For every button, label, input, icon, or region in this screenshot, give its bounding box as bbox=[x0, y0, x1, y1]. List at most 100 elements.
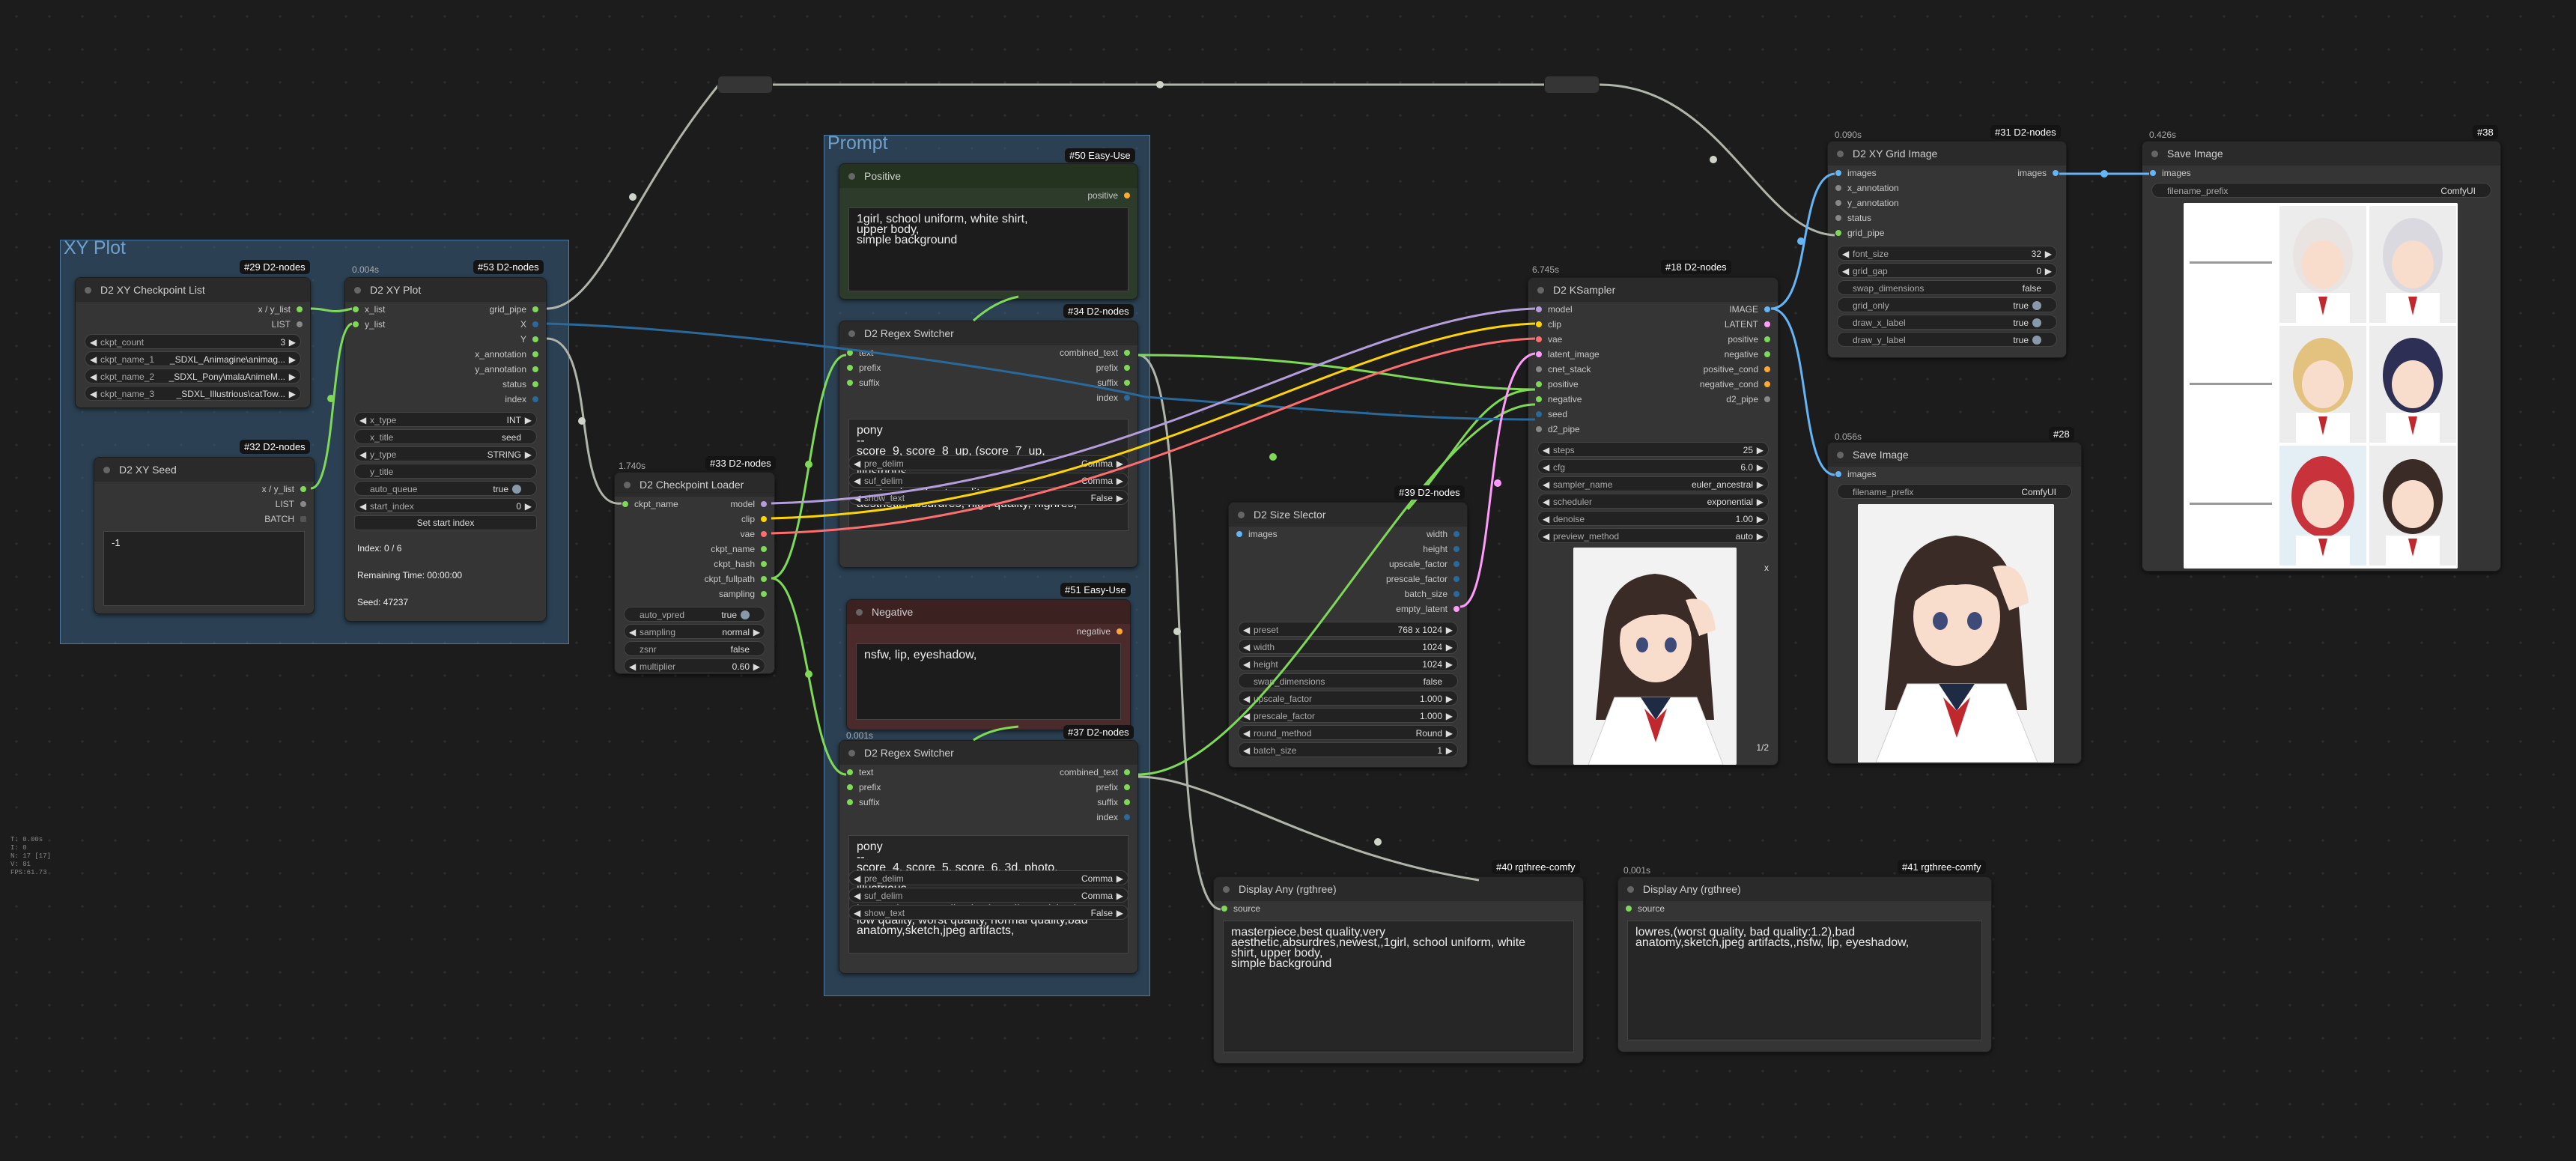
widget-x-type[interactable]: ◀ x_type INT ▶ bbox=[354, 412, 537, 427]
collapse-dot[interactable] bbox=[354, 286, 361, 294]
widget-prescale-factor[interactable]: ◀ prescale_factor 1.000 ▶ bbox=[1238, 708, 1458, 723]
widget-preset[interactable]: ◀ preset 768 x 1024 ▶ bbox=[1238, 622, 1458, 637]
node-xy-seed[interactable]: D2 XY Seed x / y_list LIST BATCH -1 bbox=[94, 457, 315, 614]
output-pin[interactable] bbox=[1453, 591, 1459, 597]
output-pin[interactable] bbox=[300, 501, 306, 507]
input-pin[interactable] bbox=[1536, 366, 1542, 372]
output-pin[interactable] bbox=[532, 336, 538, 342]
display-output-text[interactable]: lowres,(worst quality, bad quality:1.2),… bbox=[1627, 921, 1982, 1040]
input-pin[interactable] bbox=[1536, 336, 1542, 342]
widget-cfg[interactable]: ◀ cfg 6.0 ▶ bbox=[1537, 459, 1769, 474]
output-pin[interactable] bbox=[1124, 799, 1130, 805]
collapse-dot[interactable] bbox=[1627, 885, 1634, 893]
output-pin[interactable] bbox=[532, 321, 538, 327]
collapse-dot[interactable] bbox=[2151, 150, 2158, 157]
input-pin[interactable] bbox=[847, 769, 853, 775]
output-pin[interactable] bbox=[1124, 769, 1130, 775]
input-pin[interactable] bbox=[1536, 396, 1542, 402]
widget-batch-size[interactable]: ◀ batch_size 1 ▶ bbox=[1238, 742, 1458, 757]
collapse-dot[interactable] bbox=[1837, 150, 1844, 157]
preview-page-indicator[interactable]: 1/2 bbox=[1756, 742, 1769, 753]
collapse-dot[interactable] bbox=[848, 749, 855, 757]
node-save-image-28[interactable]: Save Image images filename_prefix ComfyUI bbox=[1827, 442, 2082, 764]
output-pin[interactable] bbox=[300, 486, 306, 492]
reroute-node[interactable] bbox=[717, 76, 773, 94]
node-xy-plot[interactable]: D2 XY Plot x_list y_list grid_pipe X Y x… bbox=[344, 277, 547, 622]
node-display-any-40[interactable]: Display Any (rgthree) source masterpiece… bbox=[1213, 876, 1584, 1064]
widget-ckpt-count[interactable]: ◀ ckpt_count 3 ▶ bbox=[85, 334, 301, 349]
output-pin[interactable] bbox=[532, 366, 538, 372]
input-pin[interactable] bbox=[847, 350, 853, 356]
node-regex-switcher-34[interactable]: D2 Regex Switcher text prefix suffix com… bbox=[839, 321, 1138, 568]
set-start-index-button[interactable]: Set start index bbox=[354, 515, 537, 530]
output-pin[interactable] bbox=[1124, 814, 1130, 820]
widget-show-text[interactable]: ◀ show_text False ▶ bbox=[848, 905, 1128, 920]
input-pin[interactable] bbox=[1536, 321, 1542, 327]
widget-filename-prefix[interactable]: filename_prefix ComfyUI bbox=[2151, 183, 2491, 198]
widget-upscale-factor[interactable]: ◀ upscale_factor 1.000 ▶ bbox=[1238, 691, 1458, 706]
output-pin[interactable] bbox=[2053, 170, 2059, 176]
widget-sampling[interactable]: ◀ sampling normal ▶ bbox=[624, 624, 765, 639]
output-pin[interactable] bbox=[1764, 381, 1770, 387]
output-pin[interactable] bbox=[1124, 395, 1130, 401]
widget-y-title[interactable]: y_title bbox=[354, 464, 537, 479]
output-pin[interactable] bbox=[532, 306, 538, 312]
node-checkpoint-loader[interactable]: D2 Checkpoint Loader ckpt_name model cli… bbox=[614, 472, 775, 674]
input-pin[interactable] bbox=[2150, 170, 2156, 176]
output-pin[interactable] bbox=[1124, 380, 1130, 386]
toggle-knob[interactable] bbox=[512, 485, 521, 494]
output-pin[interactable] bbox=[1453, 606, 1459, 612]
collapse-dot[interactable] bbox=[85, 286, 91, 294]
collapse-dot[interactable] bbox=[1537, 286, 1544, 294]
widget-zsnr[interactable]: zsnr false bbox=[624, 641, 765, 656]
widget-swap-dimensions[interactable]: swap_dimensions false bbox=[1837, 280, 2057, 295]
input-pin[interactable] bbox=[1835, 200, 1841, 206]
widget-multiplier[interactable]: ◀ multiplier 0.60 ▶ bbox=[624, 658, 765, 673]
input-pin[interactable] bbox=[622, 501, 628, 507]
collapse-dot[interactable] bbox=[103, 466, 110, 473]
output-pin[interactable] bbox=[1453, 546, 1459, 552]
widget-grid-gap[interactable]: ◀ grid_gap 0 ▶ bbox=[1837, 263, 2057, 278]
output-pin[interactable] bbox=[1764, 336, 1770, 342]
widget-scheduler[interactable]: ◀ scheduler exponential ▶ bbox=[1537, 494, 1769, 509]
widget-ckpt-name-3[interactable]: ◀ ckpt_name_3 _SDXL_Illustrious\catTow... ▶ bbox=[85, 386, 301, 401]
widget-auto-vpred[interactable]: auto_vpred true bbox=[624, 607, 765, 622]
output-pin[interactable] bbox=[1124, 350, 1130, 356]
input-pin[interactable] bbox=[1835, 230, 1841, 236]
widget-ckpt-name-1[interactable]: ◀ ckpt_name_1 _SDXL_Animagine\animag... ▶ bbox=[85, 351, 301, 366]
node-ksampler[interactable]: D2 KSampler model clip vae latent_image … bbox=[1528, 277, 1778, 766]
widget-width[interactable]: ◀ width 1024 ▶ bbox=[1238, 639, 1458, 654]
output-pin[interactable] bbox=[297, 321, 303, 327]
input-pin[interactable] bbox=[1536, 351, 1542, 357]
input-pin[interactable] bbox=[1835, 471, 1841, 477]
output-pin[interactable] bbox=[532, 381, 538, 387]
input-pin[interactable] bbox=[1536, 411, 1542, 417]
input-pin[interactable] bbox=[1835, 170, 1841, 176]
output-pin[interactable] bbox=[761, 501, 767, 507]
collapse-dot[interactable] bbox=[856, 608, 863, 616]
node-regex-switcher-37[interactable]: D2 Regex Switcher text prefix suffix com… bbox=[839, 740, 1138, 974]
toggle-knob[interactable] bbox=[2032, 301, 2041, 310]
widget-ckpt-name-2[interactable]: ◀ ckpt_name_2 _SDXL_Pony\malaAnimeM... ▶ bbox=[85, 369, 301, 384]
toggle-knob[interactable] bbox=[741, 610, 750, 619]
close-preview-icon[interactable]: x bbox=[1764, 563, 1769, 573]
reroute-node[interactable] bbox=[1544, 76, 1600, 94]
input-pin[interactable] bbox=[847, 365, 853, 371]
output-pin[interactable] bbox=[1764, 366, 1770, 372]
widget-font-size[interactable]: ◀ font_size 32 ▶ bbox=[1837, 246, 2057, 261]
output-pin[interactable] bbox=[532, 351, 538, 357]
input-pin[interactable] bbox=[1221, 906, 1227, 912]
widget-pre-delim[interactable]: ◀ pre_delim Comma ▶ bbox=[848, 870, 1128, 885]
output-pin[interactable] bbox=[1124, 784, 1130, 790]
output-pin[interactable] bbox=[532, 396, 538, 402]
collapse-dot[interactable] bbox=[1238, 511, 1245, 518]
input-pin[interactable] bbox=[353, 306, 359, 312]
output-pin[interactable] bbox=[761, 591, 767, 597]
widget-draw-x-label[interactable]: draw_x_label true bbox=[1837, 315, 2057, 330]
output-pin[interactable] bbox=[1453, 576, 1459, 582]
widget-grid-only[interactable]: grid_only true bbox=[1837, 297, 2057, 312]
output-pin[interactable] bbox=[761, 576, 767, 582]
output-pin[interactable] bbox=[1124, 193, 1130, 198]
widget-filename-prefix[interactable]: filename_prefix ComfyUI bbox=[1837, 484, 2072, 499]
display-output-text[interactable]: masterpiece,best quality,very aesthetic,… bbox=[1223, 921, 1574, 1052]
